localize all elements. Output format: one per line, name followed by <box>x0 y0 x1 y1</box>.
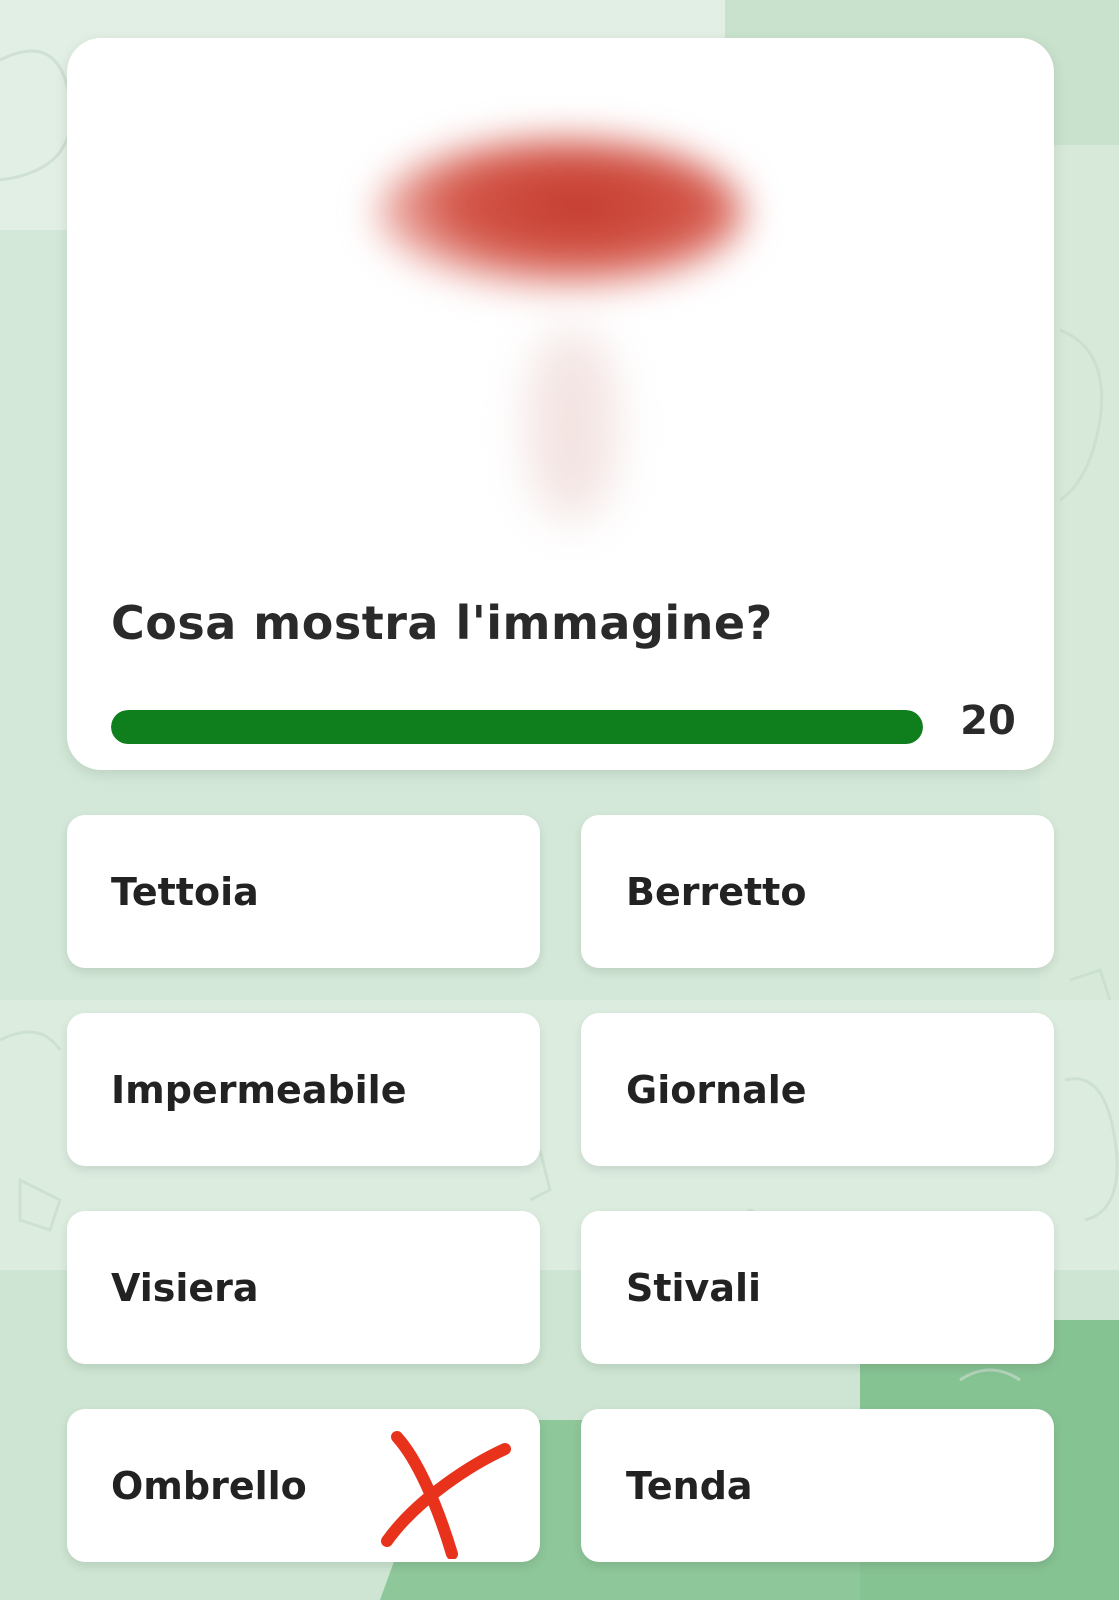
timer-countdown: 20 <box>960 698 1016 744</box>
answer-option-tenda[interactable]: Tenda <box>581 1409 1054 1562</box>
answer-option-visiera[interactable]: Visiera <box>67 1211 540 1364</box>
answer-label: Stivali <box>626 1265 762 1310</box>
answer-option-impermeabile[interactable]: Impermeabile <box>67 1013 540 1166</box>
timer-progress-bar <box>111 710 923 744</box>
red-x-icon <box>381 1431 511 1559</box>
answer-option-berretto[interactable]: Berretto <box>581 815 1054 968</box>
timer-progress-fill <box>111 710 923 744</box>
answer-grid: Tettoia Berretto Impermeabile Giornale V… <box>67 815 1054 1562</box>
question-card: Cosa mostra l'immagine? 20 <box>67 38 1054 770</box>
answer-label: Ombrello <box>111 1463 307 1508</box>
question-text: Cosa mostra l'immagine? <box>111 596 773 650</box>
blurred-mushroom-icon <box>337 90 757 520</box>
answer-option-tettoia[interactable]: Tettoia <box>67 815 540 968</box>
answer-label: Tenda <box>626 1463 753 1508</box>
answer-label: Tettoia <box>111 869 259 914</box>
answer-label: Berretto <box>626 869 807 914</box>
answer-option-stivali[interactable]: Stivali <box>581 1211 1054 1364</box>
answer-option-ombrello[interactable]: Ombrello <box>67 1409 540 1562</box>
answer-label: Visiera <box>111 1265 259 1310</box>
answer-option-giornale[interactable]: Giornale <box>581 1013 1054 1166</box>
answer-label: Giornale <box>626 1067 807 1112</box>
answer-label: Impermeabile <box>111 1067 407 1112</box>
